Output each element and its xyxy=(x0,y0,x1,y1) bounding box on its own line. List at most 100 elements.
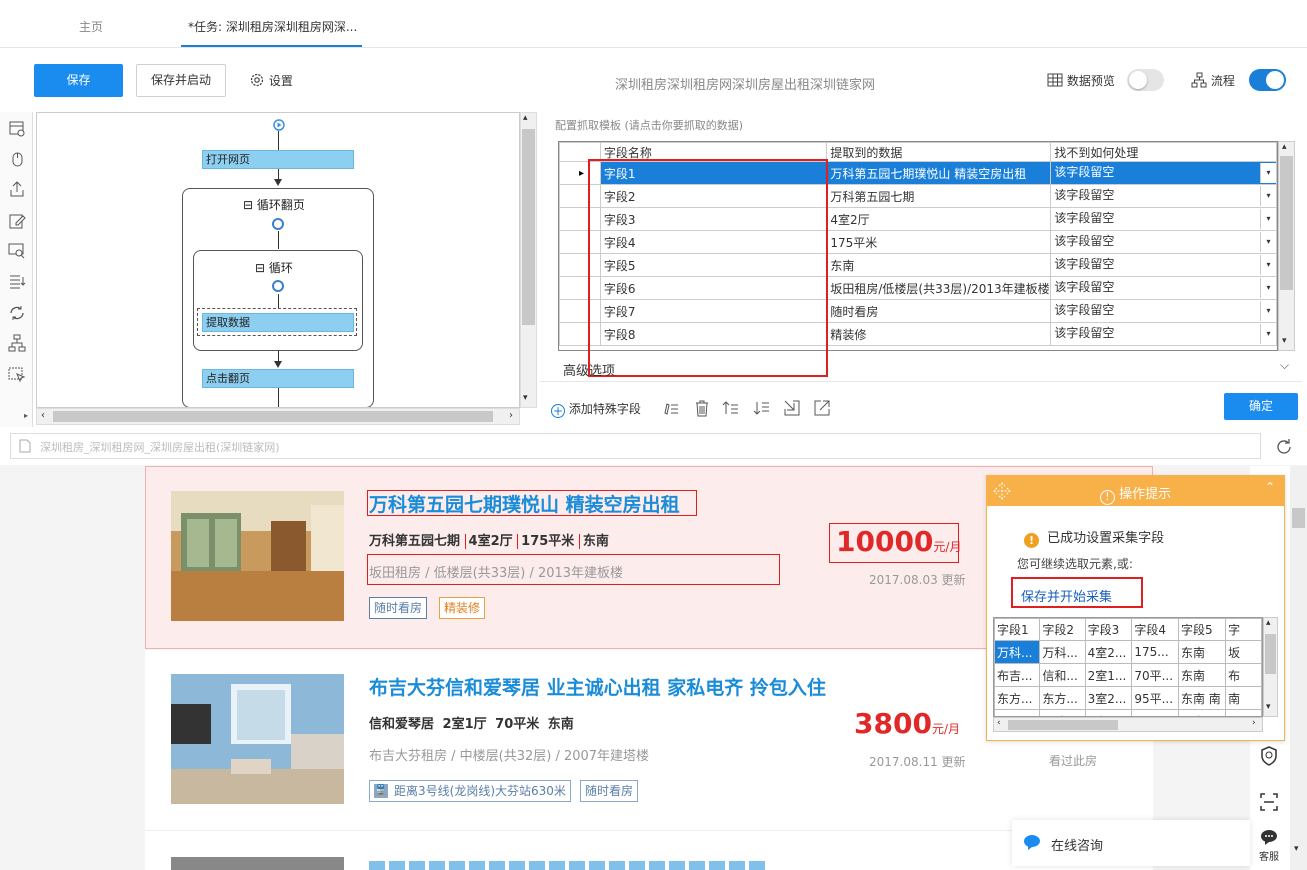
confirm-button[interactable]: 确定 xyxy=(1224,393,1298,420)
move-icon[interactable] xyxy=(993,482,1011,500)
add-special-field-button[interactable]: + 添加特殊字段 xyxy=(551,400,641,418)
extracted-data-cell[interactable]: 精装修 xyxy=(826,322,1052,346)
scroll-down-icon[interactable]: ▾ xyxy=(1294,844,1299,854)
scroll-left-icon[interactable]: ‹ xyxy=(41,410,45,421)
step-click-next-page[interactable]: 点击翻页 xyxy=(202,369,354,388)
preview-cell[interactable]: 布吉... xyxy=(994,663,1041,687)
collapse-icon[interactable]: ⊟ xyxy=(243,198,253,212)
scroll-up-icon[interactable]: ▴ xyxy=(1266,618,1271,628)
scroll-up-icon[interactable]: ▴ xyxy=(1282,142,1287,152)
branch-icon[interactable] xyxy=(8,334,26,352)
dropdown-arrow-icon[interactable]: ▾ xyxy=(1260,255,1276,275)
preview-cell[interactable]: 兴达 xyxy=(1039,709,1086,716)
preview-cell[interactable]: 万科... xyxy=(1039,640,1086,664)
scan-icon[interactable] xyxy=(1260,793,1278,811)
scroll-thumb[interactable] xyxy=(1008,720,1118,730)
preview-cell[interactable]: 40 xyxy=(1131,709,1179,716)
preview-cell[interactable]: 南 xyxy=(1225,686,1262,710)
edit-icon[interactable] xyxy=(8,212,26,230)
preview-cell[interactable]: 东南 xyxy=(1177,663,1227,687)
export-icon[interactable] xyxy=(813,399,831,417)
collapse-arrow-icon[interactable]: ▸ xyxy=(24,411,28,420)
preview-column-header[interactable]: 字段2 xyxy=(1039,618,1086,641)
listing-photo[interactable] xyxy=(171,674,344,804)
move-down-icon[interactable] xyxy=(753,400,771,416)
preview-cell[interactable]: 95平... xyxy=(1131,686,1179,710)
preview-horizontal-scrollbar[interactable]: ‹ › xyxy=(993,717,1263,732)
preview-row[interactable]: 布吉... 信和... 2室1... 70平... 东南布 xyxy=(994,663,1262,687)
scroll-thumb[interactable] xyxy=(53,411,493,422)
scroll-thumb[interactable] xyxy=(1265,634,1276,674)
grid-scrollbar[interactable]: ▴ ▾ xyxy=(1278,141,1295,351)
extracted-data-cell[interactable]: 万科第五园七期璞悦山 精装空房出租 xyxy=(826,161,1052,185)
preview-cell[interactable]: 1室0 xyxy=(1084,709,1133,716)
preview-column-header[interactable]: 字 xyxy=(1225,618,1262,641)
preview-cell[interactable]: 2室1... xyxy=(1084,663,1133,687)
shield-icon[interactable] xyxy=(1260,746,1278,766)
extracted-data-cell[interactable]: 随时看房 xyxy=(826,299,1052,323)
import-icon[interactable] xyxy=(783,399,801,417)
preview-cell[interactable]: 布 xyxy=(1225,663,1262,687)
loop-icon[interactable] xyxy=(8,304,26,322)
preview-cell[interactable]: 东方... xyxy=(1039,686,1086,710)
preview-column-header[interactable]: 字段5 xyxy=(1177,618,1227,641)
preview-cell[interactable]: 二里 xyxy=(994,709,1041,716)
flow-horizontal-scrollbar[interactable]: ‹ › xyxy=(36,408,520,425)
extracted-data-cell[interactable]: 4室2厅 xyxy=(826,207,1052,231)
flow-toggle[interactable] xyxy=(1249,69,1286,91)
collapse-up-icon[interactable]: ⌃ xyxy=(1265,480,1275,494)
preview-cell[interactable]: 175... xyxy=(1131,640,1179,664)
scroll-thumb[interactable] xyxy=(1280,156,1293,290)
preview-row[interactable]: 东方... 东方... 3室2... 95平... 东南 南南 xyxy=(994,686,1262,710)
extracted-data-cell[interactable]: 175平米 xyxy=(826,230,1052,254)
extracted-data-cell[interactable]: 东南 xyxy=(826,253,1052,277)
missing-action-select[interactable]: ▾ 该字段留空 xyxy=(1050,322,1277,346)
advanced-options-bar[interactable] xyxy=(540,352,1302,382)
scroll-down-icon[interactable]: ▾ xyxy=(1282,336,1287,346)
extracted-data-cell[interactable]: 万科第五园七期 xyxy=(826,184,1052,208)
chevron-down-icon[interactable]: ⌵ xyxy=(1280,358,1289,373)
chat-bubble-icon[interactable] xyxy=(1260,829,1278,845)
dropdown-arrow-icon[interactable]: ▾ xyxy=(1260,301,1276,321)
dropdown-arrow-icon[interactable]: ▾ xyxy=(1260,324,1276,344)
step-extract-data[interactable]: 提取数据 xyxy=(202,313,354,332)
trash-icon[interactable] xyxy=(694,399,710,417)
scroll-left-icon[interactable]: ‹ xyxy=(997,718,1001,728)
upload-icon[interactable] xyxy=(8,180,26,198)
open-page-icon[interactable] xyxy=(8,120,26,138)
list-sort-icon[interactable] xyxy=(8,272,26,290)
step-open-page[interactable]: 打开网页 xyxy=(202,150,354,169)
browser-scrollbar[interactable]: ▾ xyxy=(1290,466,1307,870)
data-preview-toggle[interactable] xyxy=(1127,69,1164,91)
service-label[interactable]: 客服 xyxy=(1259,848,1279,863)
missing-action-select[interactable]: ▾ 该字段留空 xyxy=(1050,207,1277,231)
refresh-icon[interactable] xyxy=(1275,438,1293,456)
scroll-thumb[interactable] xyxy=(522,129,535,325)
tab-home[interactable]: 主页 xyxy=(79,18,103,35)
missing-action-select[interactable]: ▾ 该字段留空 xyxy=(1050,276,1277,300)
dropdown-arrow-icon[interactable]: ▾ xyxy=(1260,232,1276,252)
mouse-click-icon[interactable] xyxy=(8,150,26,168)
preview-column-header[interactable]: 字段1 xyxy=(994,618,1041,641)
extracted-data-cell[interactable]: 坂田租房/低楼层(共33层)/2013年建板楼 xyxy=(826,276,1052,300)
dropdown-arrow-icon[interactable]: ▾ xyxy=(1260,209,1276,229)
dropdown-arrow-icon[interactable]: ▾ xyxy=(1260,163,1276,183)
scroll-right-icon[interactable]: › xyxy=(1252,718,1256,728)
dropdown-arrow-icon[interactable]: ▾ xyxy=(1260,278,1276,298)
listing-title[interactable]: 布吉大芬信和爱琴居 业主诚心出租 家私电齐 拎包入住 xyxy=(369,673,826,700)
preview-cell[interactable]: 坂 xyxy=(1225,640,1262,664)
missing-action-select[interactable]: ▾ 该字段留空 xyxy=(1050,161,1277,185)
scroll-up-icon[interactable]: ▴ xyxy=(523,113,528,123)
preview-cell[interactable]: 4室2... xyxy=(1084,640,1133,664)
preview-cell[interactable]: 万科... xyxy=(994,640,1041,664)
scroll-down-icon[interactable]: ▾ xyxy=(1266,702,1271,712)
scroll-thumb[interactable] xyxy=(1292,508,1305,528)
flow-vertical-scrollbar[interactable]: ▴ ▾ xyxy=(520,112,537,408)
select-cursor-icon[interactable] xyxy=(8,366,26,384)
seen-this-listing[interactable]: 看过此房 xyxy=(1049,752,1097,769)
save-and-start-button[interactable]: 保存并启动 xyxy=(136,64,226,97)
online-chat-widget[interactable] xyxy=(1012,820,1250,866)
search-element-icon[interactable] xyxy=(8,242,26,260)
edit-field-icon[interactable] xyxy=(662,400,680,416)
preview-column-header[interactable]: 字段4 xyxy=(1131,618,1179,641)
